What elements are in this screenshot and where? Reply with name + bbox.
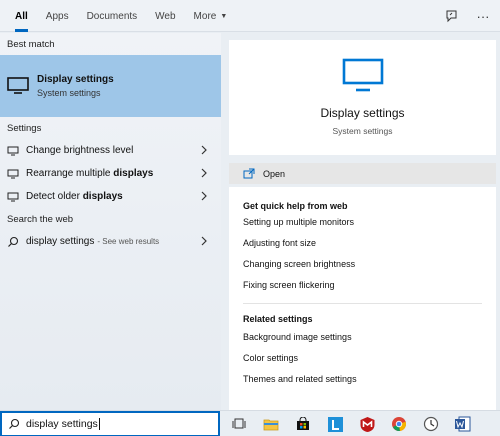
monitor-icon [7,191,19,203]
chevron-down-icon: ▼ [220,12,228,20]
monitor-icon [7,168,19,180]
tab-all-label: All [15,10,28,22]
tab-documents-label: Documents [86,10,138,22]
launcher-l-icon[interactable] [324,414,346,434]
settings-item-label: Change brightness level [26,145,134,156]
open-label: Open [263,168,286,179]
feedback-icon[interactable] [444,9,458,23]
more-options-icon[interactable]: ··· [476,9,490,23]
search-value: display settings [26,418,98,430]
related-link[interactable]: Themes and related settings [243,368,496,389]
settings-item-brightness[interactable]: Change brightness level [0,139,221,162]
help-link[interactable]: Setting up multiple monitors [243,211,496,232]
taskbar: display settings [0,410,500,436]
tab-documents[interactable]: Documents [78,0,147,32]
app-card: Display settings System settings [229,40,496,155]
monitor-icon [7,77,29,95]
best-match-text: Display settings System settings [37,74,114,98]
app-title: Display settings [320,106,405,120]
taskbar-icons [228,414,484,434]
best-match-title: Display settings [37,74,114,85]
related-settings-header: Related settings [243,314,313,324]
open-icon [243,168,255,180]
word-icon[interactable] [452,414,474,434]
search-icon [8,418,20,430]
scope-tabs: All Apps Documents Web More ▼ [6,0,236,32]
settings-header: Settings [7,122,42,134]
top-actions: ··· [444,0,490,32]
search-scope-bar: All Apps Documents Web More ▼ ··· [0,0,500,32]
chevron-right-icon[interactable] [199,236,209,246]
best-match-item[interactable]: Display settings System settings [0,55,221,117]
chevron-right-icon[interactable] [199,191,209,201]
help-card: Get quick help from web Setting up multi… [229,187,496,436]
tab-all[interactable]: All [6,0,37,32]
preview-pane: Display settings System settings Open Ge… [229,40,496,436]
app-subtitle: System settings [332,126,393,136]
tab-apps[interactable]: Apps [37,0,78,32]
settings-item-detect[interactable]: Detect older displays [0,185,221,208]
task-view-icon[interactable] [228,414,250,434]
text-cursor [98,418,100,430]
results-list: Best match Display settings System setti… [0,33,221,410]
best-match-header: Best match [7,38,55,50]
help-link[interactable]: Fixing screen flickering [243,274,496,295]
help-link[interactable]: Adjusting font size [243,232,496,253]
search-input[interactable]: display settings [0,411,220,436]
web-search-item[interactable]: display settings - See web results [0,230,221,253]
tab-web[interactable]: Web [146,0,184,32]
chrome-icon[interactable] [388,414,410,434]
monitor-icon [342,58,384,94]
clock-app-icon[interactable] [420,414,442,434]
settings-item-rearrange[interactable]: Rearrange multiple displays [0,162,221,185]
tab-apps-label: Apps [45,10,69,22]
web-search-label: display settings - See web results [26,236,160,247]
file-explorer-icon[interactable] [260,414,282,434]
tab-more-label: More [193,10,217,22]
quick-help-header: Get quick help from web [243,201,348,211]
settings-item-label: Detect older displays [26,191,123,202]
chevron-right-icon[interactable] [199,168,209,178]
best-match-subtitle: System settings [37,88,101,98]
related-link[interactable]: Background image settings [243,326,496,347]
tab-web-label: Web [155,10,176,22]
help-link[interactable]: Changing screen brightness [243,253,496,274]
mcafee-icon[interactable] [356,414,378,434]
brightness-icon [7,145,19,157]
chevron-right-icon[interactable] [199,145,209,155]
open-button[interactable]: Open [229,163,496,184]
search-icon [7,236,19,248]
web-header: Search the web [7,213,74,225]
settings-item-label: Rearrange multiple displays [26,168,154,179]
related-link[interactable]: Color settings [243,347,496,368]
store-icon[interactable] [292,414,314,434]
tab-more[interactable]: More ▼ [185,0,237,32]
